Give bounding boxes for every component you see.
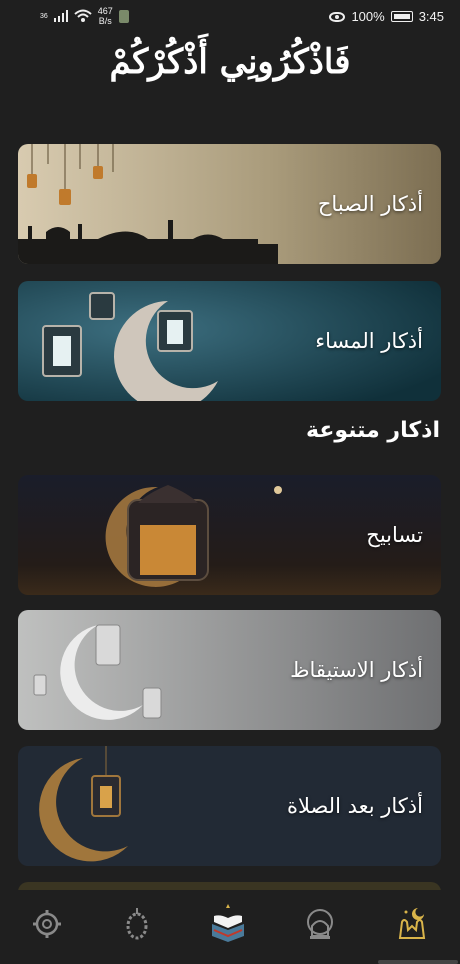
tasabih-card[interactable]: تسابيح bbox=[18, 475, 441, 595]
network-speed: 467 B/s bbox=[98, 6, 113, 26]
waking-adhkar-label: أذكار الاستيقاظ bbox=[290, 658, 423, 682]
bottom-navigation bbox=[0, 890, 460, 964]
sim-icon bbox=[118, 9, 129, 23]
network-type: 36 bbox=[40, 12, 48, 20]
after-prayer-adhkar-label: أذكار بعد الصلاة bbox=[286, 794, 423, 818]
nav-mosque[interactable] bbox=[300, 904, 340, 944]
dua-hands-icon bbox=[398, 908, 426, 939]
after-prayer-adhkar-card[interactable]: أذكار بعد الصلاة bbox=[18, 746, 441, 866]
battery-percent: 100% bbox=[351, 9, 385, 24]
prayer-beads-icon bbox=[126, 908, 148, 940]
morning-adhkar-label: أذكار الصباح bbox=[317, 192, 423, 216]
speed-value: 467 bbox=[97, 6, 113, 16]
app-title: فَاذْكُرُونِي أَذْكُرْكُمْ bbox=[109, 42, 351, 82]
battery-icon bbox=[390, 11, 413, 22]
evening-adhkar-label: أذكار المساء bbox=[315, 329, 423, 353]
quran-icon bbox=[212, 904, 244, 942]
status-bar: 36 467 B/s 100% 3:45 bbox=[0, 0, 460, 34]
settings-icon bbox=[33, 910, 61, 938]
varied-adhkar-heading: اذكار متنوعة bbox=[306, 418, 440, 443]
morning-adhkar-card[interactable]: أذكار الصباح bbox=[18, 144, 441, 264]
nav-tasbih[interactable] bbox=[117, 904, 157, 944]
clock: 3:45 bbox=[418, 9, 444, 24]
nav-settings[interactable] bbox=[27, 904, 67, 944]
eye-comfort-icon bbox=[329, 11, 346, 22]
waking-adhkar-card[interactable]: أذكار الاستيقاظ bbox=[18, 610, 441, 730]
wifi-icon bbox=[74, 9, 92, 22]
tasabih-label: تسابيح bbox=[366, 523, 423, 547]
home-indicator bbox=[0, 960, 460, 964]
nav-quran[interactable] bbox=[208, 904, 248, 944]
nav-dua[interactable] bbox=[392, 904, 432, 944]
evening-adhkar-card[interactable]: أذكار المساء bbox=[18, 281, 441, 401]
speed-unit: B/s bbox=[98, 16, 112, 26]
mosque-icon bbox=[307, 909, 333, 939]
signal-icon bbox=[53, 10, 68, 22]
